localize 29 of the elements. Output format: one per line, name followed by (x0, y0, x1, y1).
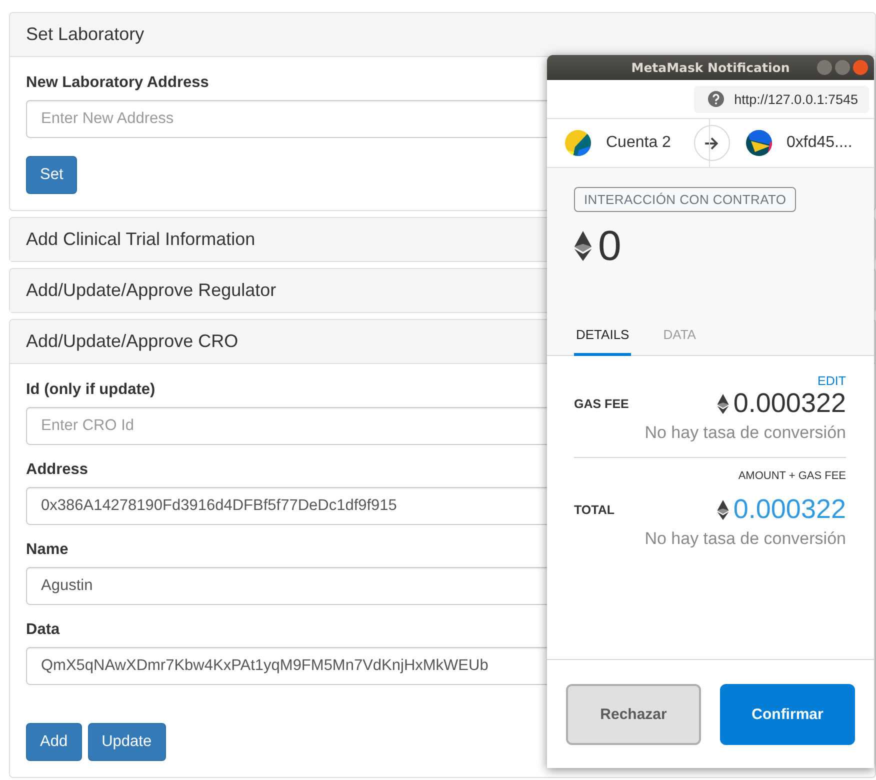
conversion-note: No hay tasa de conversión (644, 529, 846, 549)
eth-value: 0.000322 (733, 494, 846, 525)
submit-button[interactable]: Update (88, 723, 166, 761)
submit-button[interactable]: Set (26, 156, 78, 194)
close-button[interactable] (853, 60, 868, 75)
submit-button[interactable]: Add (26, 723, 82, 761)
ether-icon (574, 231, 592, 261)
avatar-icon (746, 130, 772, 156)
field-label: Data (26, 621, 60, 639)
window-title: MetaMask Notification (631, 60, 790, 75)
field-label: Name (26, 541, 68, 559)
reject-button[interactable]: Rechazar (566, 684, 701, 744)
avatar-icon (565, 130, 591, 156)
field-label: New Laboratory Address (26, 74, 209, 92)
transaction-type-badge: INTERACCIÓN CON CONTRATO (574, 187, 796, 212)
conversion-note: No hay tasa de conversión (644, 423, 846, 443)
tab[interactable]: DETAILS (574, 327, 632, 356)
total-caption: AMOUNT + GAS FEE (738, 470, 846, 482)
ether-icon (717, 394, 730, 414)
help-icon (708, 91, 724, 107)
minimize-button[interactable] (817, 60, 832, 75)
ether-icon (717, 500, 730, 520)
edit-link[interactable]: EDIT (818, 374, 846, 388)
field-label: Id (only if update) (26, 381, 156, 399)
maximize-button[interactable] (835, 60, 850, 75)
confirm-button[interactable]: Confirmar (720, 684, 855, 744)
panel-header[interactable]: Set Laboratory (10, 13, 875, 57)
fee-label: TOTAL (574, 502, 615, 516)
field-label: Address (26, 461, 88, 479)
